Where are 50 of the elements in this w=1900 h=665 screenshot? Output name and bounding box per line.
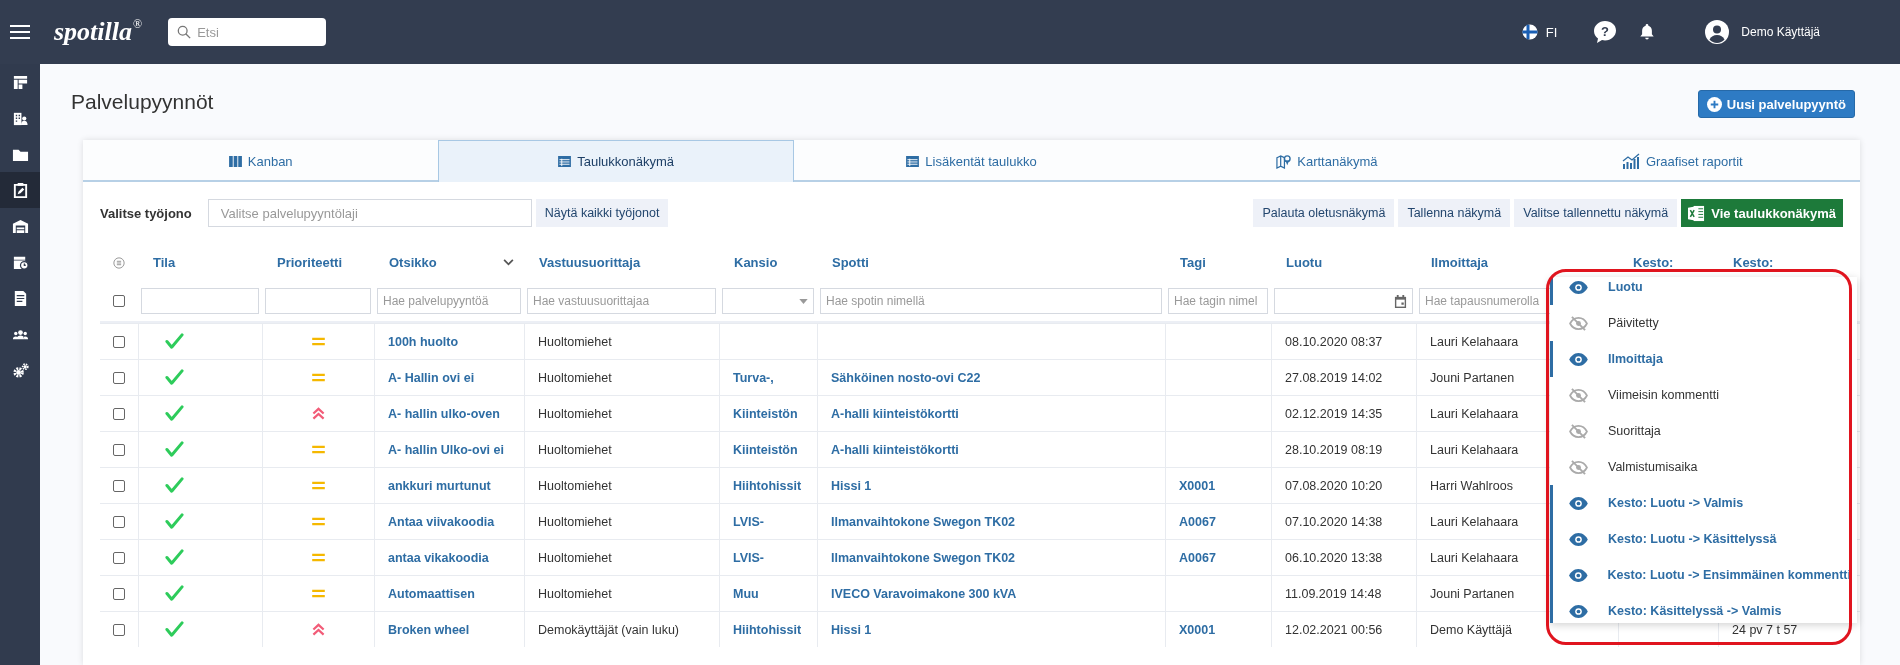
table-cell: 28.10.2019 08:19 <box>1271 431 1416 467</box>
table-cell: A- hallin Ulko-ovi ei <box>374 431 524 467</box>
table-cell: Huoltomiehet <box>524 467 719 503</box>
table-cell: Huoltomiehet <box>524 359 719 395</box>
table-cell: Demokäyttäjät (vain luku) <box>524 611 719 647</box>
table-cell: Antaa viivakoodia <box>374 503 524 539</box>
table-cell: A0067 <box>1165 503 1271 539</box>
table-cell: A-halli kiinteistökortti <box>817 431 1165 467</box>
table-cell: X0001 <box>1165 611 1271 647</box>
table-cell: Huoltomiehet <box>524 539 719 575</box>
table-cell: Muu <box>719 575 817 611</box>
table-cell: Huoltomiehet <box>524 431 719 467</box>
logo: spotilla$^{®}$ <box>54 17 143 47</box>
table-cell: 06.10.2020 13:38 <box>1271 539 1416 575</box>
table-cell: Kiinteistön <box>719 431 817 467</box>
table-cell: 02.12.2019 14:35 <box>1271 395 1416 431</box>
table-cell: 27.08.2019 14:02 <box>1271 359 1416 395</box>
table-cell: Hissi 1 <box>817 467 1165 503</box>
table-cell: 11.09.2019 14:48 <box>1271 575 1416 611</box>
table-cell: Huoltomiehet <box>524 503 719 539</box>
table-cell: Ilmanvaihtokone Swegon TK02 <box>817 503 1165 539</box>
table-cell: IVECO Varavoimakone 300 kVA <box>817 575 1165 611</box>
table-cell: Automaattisen <box>374 575 524 611</box>
table-cell: 12.02.2021 00:56 <box>1271 611 1416 647</box>
table-cell: 07.08.2020 10:20 <box>1271 467 1416 503</box>
table-cell: 08.10.2020 08:37 <box>1271 323 1416 359</box>
table-cell: A- hallin ulko-oven <box>374 395 524 431</box>
table-cell: ankkuri murtunut <box>374 467 524 503</box>
table-cell: Hiihtohissit <box>719 467 817 503</box>
table-cell: Ilmanvaihtokone Swegon TK02 <box>817 539 1165 575</box>
table-cell: 100h huolto <box>374 323 524 359</box>
table-cell: A-halli kiinteistökortti <box>817 395 1165 431</box>
table-cell: A0067 <box>1165 539 1271 575</box>
table-cell: Huoltomiehet <box>524 323 719 359</box>
table-cell: Broken wheel <box>374 611 524 647</box>
table-cell: LVIS- <box>719 539 817 575</box>
table-cell: Hiihtohissit <box>719 611 817 647</box>
table-cell: LVIS- <box>719 503 817 539</box>
page-title: Palvelupyynnöt <box>71 90 214 114</box>
table-cell: antaa vikakoodia <box>374 539 524 575</box>
table-cell: Kiinteistön <box>719 395 817 431</box>
table-cell: Hissi 1 <box>817 611 1165 647</box>
table-cell: Sähköinen nosto-ovi C22 <box>817 359 1165 395</box>
table-cell: Huoltomiehet <box>524 395 719 431</box>
queue-label: Valitse työjono <box>100 205 192 221</box>
table-cell: A- Hallin ovi ei <box>374 359 524 395</box>
table-cell: Huoltomiehet <box>524 575 719 611</box>
table-cell: 07.10.2020 14:38 <box>1271 503 1416 539</box>
table-cell: Turva-, <box>719 359 817 395</box>
table-cell: X0001 <box>1165 467 1271 503</box>
